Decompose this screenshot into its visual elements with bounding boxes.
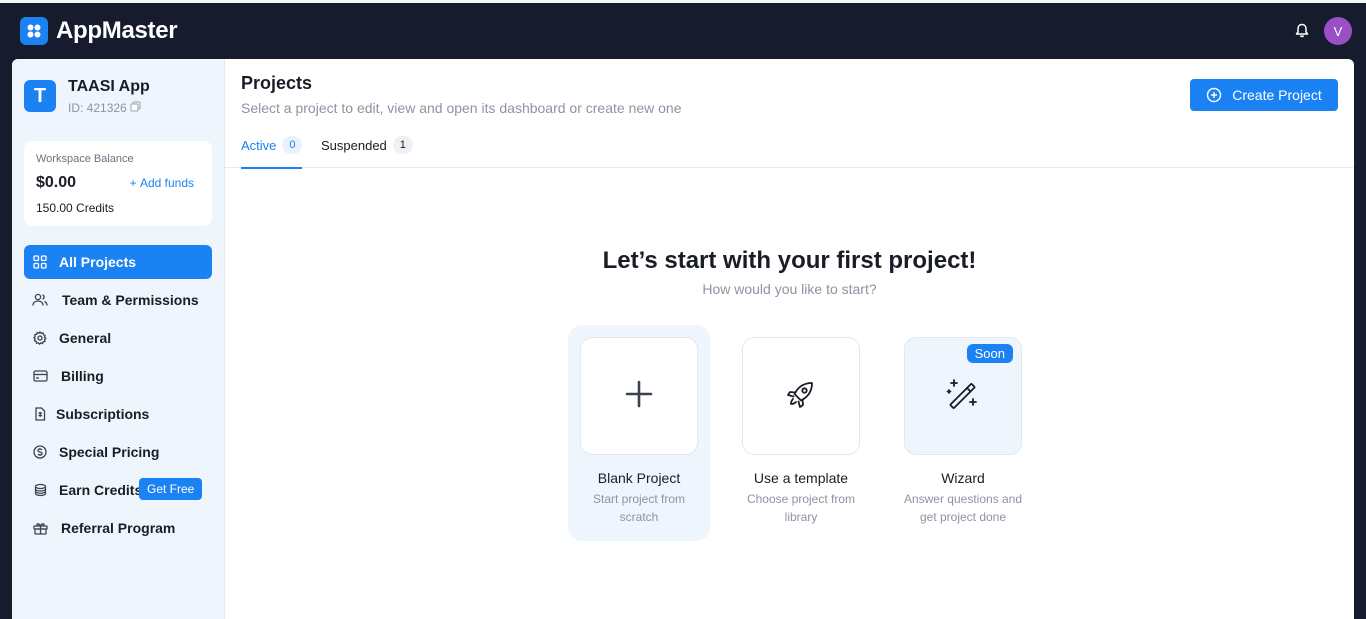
option-title: Wizard bbox=[941, 470, 985, 486]
option-description: Start project from scratch bbox=[592, 492, 686, 524]
tab-active[interactable]: Active 0 bbox=[241, 136, 303, 169]
add-funds-link[interactable]: + Add funds bbox=[130, 176, 194, 190]
soon-badge: Soon bbox=[966, 344, 1013, 363]
gear-icon bbox=[32, 330, 48, 346]
grid-icon bbox=[32, 254, 48, 270]
sidebar-item-billing[interactable]: Billing bbox=[24, 359, 212, 393]
gift-icon bbox=[32, 520, 48, 536]
workspace-info: TAASI App ID: 421326 bbox=[68, 78, 150, 115]
dollar-circle-icon bbox=[32, 444, 48, 460]
sidebar-nav: All Projects Team & Permissions General … bbox=[24, 245, 212, 549]
content-card: T TAASI App ID: 421326 Workspace Balance… bbox=[12, 59, 1354, 619]
wizard-option[interactable]: Soon Wizard Answer questions and get pro… bbox=[892, 325, 1034, 541]
blank-project-option[interactable]: Blank Project Start project from scratch bbox=[568, 325, 710, 541]
magic-wand-icon bbox=[946, 377, 980, 416]
top-bar: AppMaster V bbox=[0, 0, 1366, 59]
workspace-name: TAASI App bbox=[68, 78, 150, 95]
sidebar-item-earn-credits[interactable]: Earn Credits Get Free bbox=[24, 473, 212, 507]
sidebar-item-referral-program[interactable]: Referral Program bbox=[24, 511, 212, 545]
create-project-button[interactable]: Create Project bbox=[1190, 79, 1338, 111]
sidebar-item-subscriptions[interactable]: Subscriptions bbox=[24, 397, 212, 431]
sidebar-item-label: All Projects bbox=[59, 254, 137, 270]
rocket-icon bbox=[784, 377, 818, 416]
coins-icon bbox=[32, 482, 48, 498]
project-tabs: Active 0 Suspended 1 bbox=[225, 136, 1354, 169]
workspace-id: ID: 421326 bbox=[68, 101, 127, 115]
workspace-avatar: T bbox=[24, 80, 56, 112]
tab-label: Active bbox=[241, 138, 277, 153]
sidebar-item-team-permissions[interactable]: Team & Permissions bbox=[24, 283, 212, 317]
notifications-bell-icon[interactable] bbox=[1292, 20, 1312, 40]
main-content: Projects Select a project to edit, view … bbox=[225, 59, 1354, 619]
users-icon bbox=[32, 292, 48, 308]
sidebar-item-general[interactable]: General bbox=[24, 321, 212, 355]
plus-icon bbox=[625, 380, 653, 413]
logo-icon bbox=[20, 17, 48, 45]
page-title: Projects bbox=[241, 73, 313, 93]
sidebar-item-label: Referral Program bbox=[61, 520, 176, 536]
sidebar-item-all-projects[interactable]: All Projects bbox=[24, 245, 212, 279]
sidebar-item-label: Special Pricing bbox=[59, 444, 160, 460]
sidebar-item-label: General bbox=[59, 330, 112, 346]
sidebar-item-label: Subscriptions bbox=[56, 406, 150, 422]
tab-label: Suspended bbox=[321, 138, 387, 153]
page-subtitle: Select a project to edit, view and open … bbox=[241, 100, 682, 116]
sidebar-item-label: Earn Credits bbox=[59, 482, 143, 498]
plus-circle-icon bbox=[1206, 87, 1222, 103]
window-edge bbox=[0, 0, 1366, 3]
option-title: Blank Project bbox=[597, 470, 681, 486]
workspace-balance-card: Workspace Balance $0.00 + Add funds 150.… bbox=[24, 141, 212, 226]
tab-count-badge: 1 bbox=[392, 136, 413, 154]
option-title: Use a template bbox=[753, 470, 849, 486]
sidebar-item-label: Team & Permissions bbox=[62, 292, 199, 308]
workspace-id-row: ID: 421326 bbox=[68, 101, 150, 115]
brand-name: AppMaster bbox=[56, 17, 178, 44]
copy-icon[interactable] bbox=[130, 101, 141, 115]
empty-state-title: Let’s start with your first project! bbox=[602, 247, 977, 274]
get-free-button[interactable]: Get Free bbox=[139, 478, 203, 500]
tab-suspended[interactable]: Suspended 1 bbox=[321, 136, 413, 167]
sidebar-item-label: Billing bbox=[61, 368, 104, 384]
wizard-tile: Soon bbox=[904, 337, 1022, 455]
sidebar: T TAASI App ID: 421326 Workspace Balance… bbox=[12, 59, 225, 619]
start-options: Blank Project Start project from scratch bbox=[556, 325, 1056, 541]
create-project-label: Create Project bbox=[1232, 87, 1322, 103]
sidebar-item-special-pricing[interactable]: Special Pricing bbox=[24, 435, 212, 469]
balance-amount: $0.00 bbox=[36, 174, 77, 191]
add-funds-label: Add funds bbox=[139, 176, 194, 190]
appmaster-logo[interactable]: AppMaster bbox=[20, 17, 178, 45]
balance-label: Workspace Balance bbox=[36, 153, 134, 165]
use-template-tile bbox=[742, 337, 860, 455]
option-description: Answer questions and get project done bbox=[903, 492, 1023, 524]
option-description: Choose project from library bbox=[746, 492, 856, 524]
credit-card-icon bbox=[32, 368, 48, 384]
empty-state-subtitle: How would you like to start? bbox=[702, 281, 877, 297]
user-avatar[interactable]: V bbox=[1324, 17, 1352, 45]
blank-project-tile bbox=[580, 337, 698, 455]
credits-amount: 150.00 Credits bbox=[36, 201, 115, 215]
receipt-icon bbox=[32, 406, 48, 422]
workspace-header: T TAASI App ID: 421326 bbox=[24, 78, 150, 115]
tab-count-badge: 0 bbox=[282, 136, 303, 154]
use-template-option[interactable]: Use a template Choose project from libra… bbox=[730, 325, 872, 541]
